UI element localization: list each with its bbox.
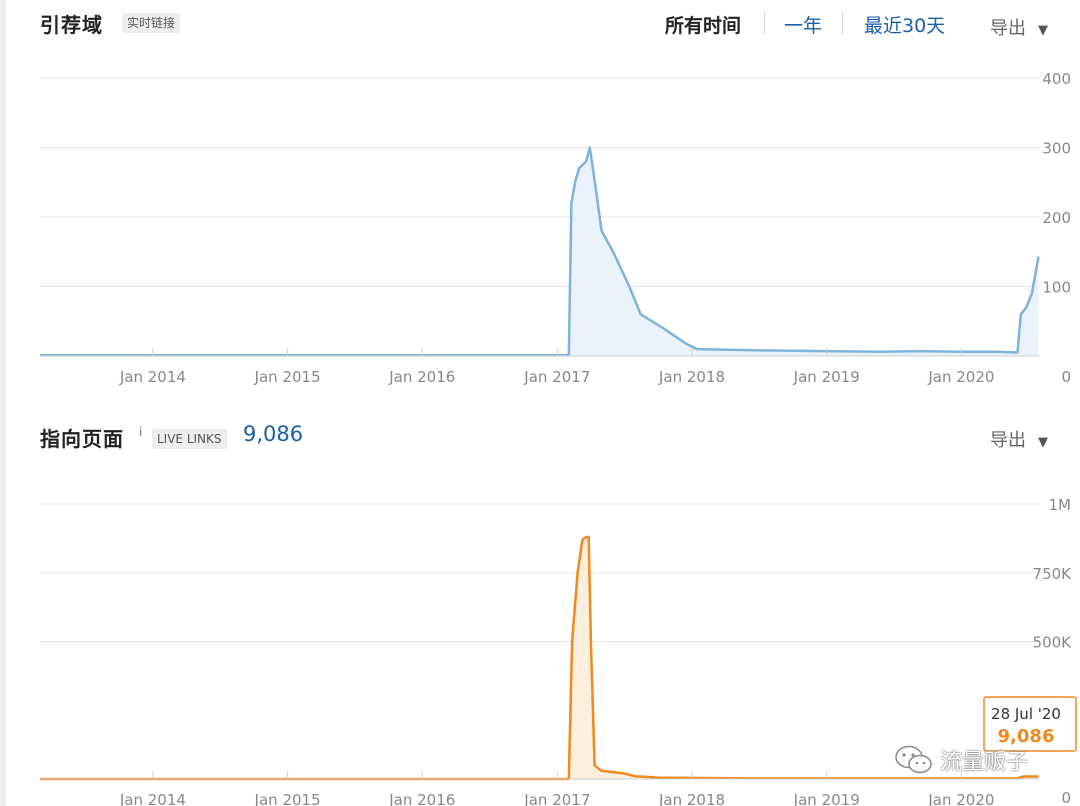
y-tick-label: 200 [1042, 209, 1071, 227]
caret-down-icon: ▼ [1038, 435, 1048, 450]
y-tick-label: 300 [1042, 140, 1071, 158]
y-tick-label: 0 [1061, 368, 1071, 386]
x-tick-label: Jan 2018 [658, 368, 725, 386]
x-tick-label: Jan 2014 [119, 791, 186, 806]
referring-domains-chart: Jan 2014 Jan 2015 Jan 2016 Jan 2017 Jan 2018… [40, 70, 1071, 386]
watermark: 流量贩子 [894, 742, 1028, 778]
export-label: 导出 [990, 18, 1026, 39]
tooltip-date: 28 Jul '20 [991, 705, 1061, 723]
export-label: 导出 [990, 430, 1026, 451]
x-tick-label: Jan 2017 [523, 368, 590, 386]
export-button[interactable]: 导出 ▼ [990, 426, 1048, 452]
caret-down-icon: ▼ [1038, 23, 1048, 38]
tab-one-year[interactable]: 一年 [784, 11, 822, 38]
export-button[interactable]: 导出 ▼ [990, 14, 1048, 40]
x-tick-label: Jan 2015 [254, 791, 321, 806]
x-tick-label: Jan 2017 [523, 791, 590, 806]
y-tick-label: 400 [1042, 70, 1071, 88]
watermark-text: 流量贩子 [940, 750, 1029, 775]
x-tick-label: Jan 2020 [927, 791, 994, 806]
tab-all-time[interactable]: 所有时间 [665, 11, 741, 38]
x-tick-label: Jan 2014 [119, 368, 186, 386]
tab-divider [764, 12, 765, 34]
y-tick-label: 1M [1049, 496, 1072, 514]
x-tick-label: Jan 2016 [388, 791, 455, 806]
x-tick-label: Jan 2015 [254, 368, 321, 386]
y-tick-label: 500K [1033, 634, 1073, 652]
referring-domains-title: 引荐域 [40, 13, 103, 37]
y-tick-label: 100 [1042, 279, 1071, 297]
x-tick-label: Jan 2020 [927, 368, 994, 386]
referring-pages-title: 指向页面 [40, 427, 124, 451]
tab-divider [842, 12, 843, 34]
wechat-icon [895, 745, 932, 774]
referring-domains-area [40, 147, 1039, 356]
referring-pages-line [40, 535, 1039, 781]
referring-domains-line [40, 146, 1040, 357]
live-links-badge: LIVE LINKS [152, 429, 227, 449]
x-tick-label: Jan 2018 [658, 791, 725, 806]
x-tick-label: Jan 2019 [793, 368, 860, 386]
live-links-badge: 实时链接 [122, 13, 181, 33]
referring-pages-area [40, 537, 1039, 779]
y-tick-label: 0 [1061, 789, 1071, 806]
info-icon[interactable]: i [139, 425, 142, 439]
x-tick-label: Jan 2019 [793, 791, 860, 806]
y-tick-label: 750K [1033, 565, 1073, 583]
live-links-count[interactable]: 9,086 [243, 422, 303, 446]
tab-last-30-days[interactable]: 最近30天 [864, 11, 945, 38]
x-tick-label: Jan 2016 [388, 368, 455, 386]
